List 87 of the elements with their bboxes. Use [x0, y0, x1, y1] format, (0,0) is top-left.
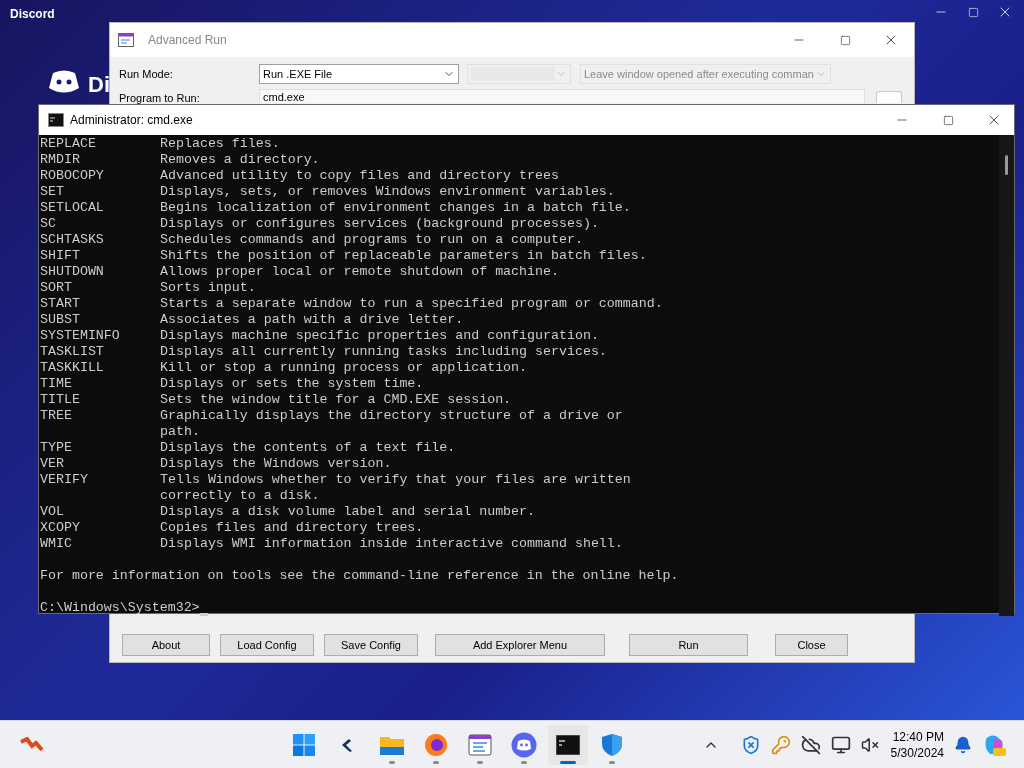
- window-title: Administrator: cmd.exe: [70, 112, 193, 129]
- command-description: Copies files and directory trees.: [160, 520, 424, 536]
- dialog-button[interactable]: About: [122, 634, 210, 656]
- console-icon: [48, 113, 64, 127]
- dialog-button[interactable]: Run: [629, 634, 748, 656]
- cloud-off-icon[interactable]: [800, 734, 821, 755]
- key-icon[interactable]: [770, 734, 791, 755]
- dialog-button[interactable]: Save Config: [324, 634, 418, 656]
- discord-icon: [511, 732, 537, 758]
- logo-text: Di: [88, 71, 110, 99]
- dialog-button[interactable]: Close: [775, 634, 848, 656]
- command-name: TREE: [40, 408, 73, 424]
- command-description: Tells Windows whether to verify that your files are written: [160, 472, 631, 488]
- command-name: SET: [40, 184, 65, 200]
- command-description: Displays or sets the system time.: [160, 376, 424, 392]
- command-name: SYSTEMINFO: [40, 328, 121, 344]
- command-description: Displays the contents of a text file.: [160, 440, 456, 456]
- cursor: [199, 613, 208, 616]
- command-description: Displays machine specific properties and configuration.: [160, 328, 599, 344]
- command-name: VOL: [40, 504, 65, 520]
- command-name: START: [40, 296, 81, 312]
- command-description: Advanced utility to copy files and directory trees: [160, 168, 559, 184]
- command-name: TIME: [40, 376, 73, 392]
- window-title: Advanced Run: [148, 32, 227, 49]
- command-description: Allows proper local or remote shutdown of machine.: [160, 264, 559, 280]
- field-label: Run Mode:: [119, 66, 174, 82]
- command-name: SHIFT: [40, 248, 81, 264]
- command-description: Removes a directory.: [160, 152, 320, 168]
- command-description: Displays or configures services (background processes).: [160, 216, 599, 232]
- command-name: REPLACE: [40, 136, 97, 152]
- command-name: TASKLIST: [40, 344, 105, 360]
- command-description: Schedules commands and programs to run on a computer.: [160, 232, 583, 248]
- clock[interactable]: 12:40 PM 5/30/2024: [890, 728, 944, 761]
- command-name: VER: [40, 456, 65, 472]
- command-description: Begins localization of environment changes in a batch file.: [160, 200, 631, 216]
- command-name: SORT: [40, 280, 73, 296]
- dialog-button[interactable]: Load Config: [220, 634, 314, 656]
- command-description: Sets the window title for a CMD.EXE session.: [160, 392, 512, 408]
- command-description: Displays all currently running tasks including services.: [160, 344, 607, 360]
- command-description: Displays a disk volume label and serial number.: [160, 504, 536, 520]
- maximize-icon[interactable]: [942, 114, 954, 126]
- command-description: correctly to a disk.: [160, 488, 320, 504]
- muted-speaker-icon[interactable]: [860, 735, 879, 754]
- firefox-icon: [424, 733, 448, 757]
- taskbar-app[interactable]: [548, 725, 588, 765]
- command-name: TYPE: [40, 440, 73, 456]
- command-prompt: C:\Windows\System32>: [40, 600, 200, 616]
- window-title: Discord: [10, 6, 55, 23]
- window-app-icon: [468, 733, 492, 757]
- command-name: SC: [40, 216, 57, 232]
- scrollbar[interactable]: [999, 135, 1014, 616]
- command-description: Replaces files.: [160, 136, 280, 152]
- command-name: ROBOCOPY: [40, 168, 105, 184]
- command-name: SHUTDOWN: [40, 264, 105, 280]
- terminal-icon: [556, 735, 580, 755]
- maximize-icon[interactable]: [839, 34, 851, 46]
- command-description: Displays WMI information inside interactive command shell.: [160, 536, 623, 552]
- command-name: TITLE: [40, 392, 81, 408]
- command-description: Graphically displays the directory structure of a drive or: [160, 408, 623, 424]
- command-description: path.: [160, 424, 200, 440]
- folder-icon: [379, 734, 405, 756]
- console-text: For more information on tools see the command-line reference in the online help.: [40, 568, 679, 584]
- command-description: Shifts the position of replaceable parameters in batch files.: [160, 248, 647, 264]
- monitor-icon[interactable]: [830, 734, 851, 755]
- command-name: SCHTASKS: [40, 232, 105, 248]
- command-description: Kill or stop a running process or application.: [160, 360, 528, 376]
- command-name: RMDIR: [40, 152, 81, 168]
- command-description: Displays, sets, or removes Windows environment variables.: [160, 184, 615, 200]
- command-name: SETLOCAL: [40, 200, 105, 216]
- dialog-button[interactable]: Add Explorer Menu: [435, 634, 605, 656]
- command-description: Starts a separate window to run a specified program or command.: [160, 296, 663, 312]
- command-name: VERIFY: [40, 472, 89, 488]
- shield-icon: [601, 733, 623, 757]
- discord-logo-icon: [48, 70, 80, 94]
- bell-icon[interactable]: [954, 735, 972, 754]
- input-field[interactable]: cmd.exe: [259, 89, 865, 103]
- command-name: XCOPY: [40, 520, 81, 536]
- dropdown[interactable]: Run .EXE File: [259, 64, 459, 84]
- command-name: SUBST: [40, 312, 81, 328]
- app-window-icon: [118, 32, 134, 48]
- windows-logo-icon: [292, 733, 316, 757]
- command-description: Displays the Windows version.: [160, 456, 392, 472]
- command-description: Sorts input.: [160, 280, 256, 296]
- command-name: WMIC: [40, 536, 73, 552]
- field-label: Program to Run:: [119, 91, 201, 105]
- command-name: TASKKILL: [40, 360, 105, 376]
- command-description: Associates a path with a drive letter.: [160, 312, 464, 328]
